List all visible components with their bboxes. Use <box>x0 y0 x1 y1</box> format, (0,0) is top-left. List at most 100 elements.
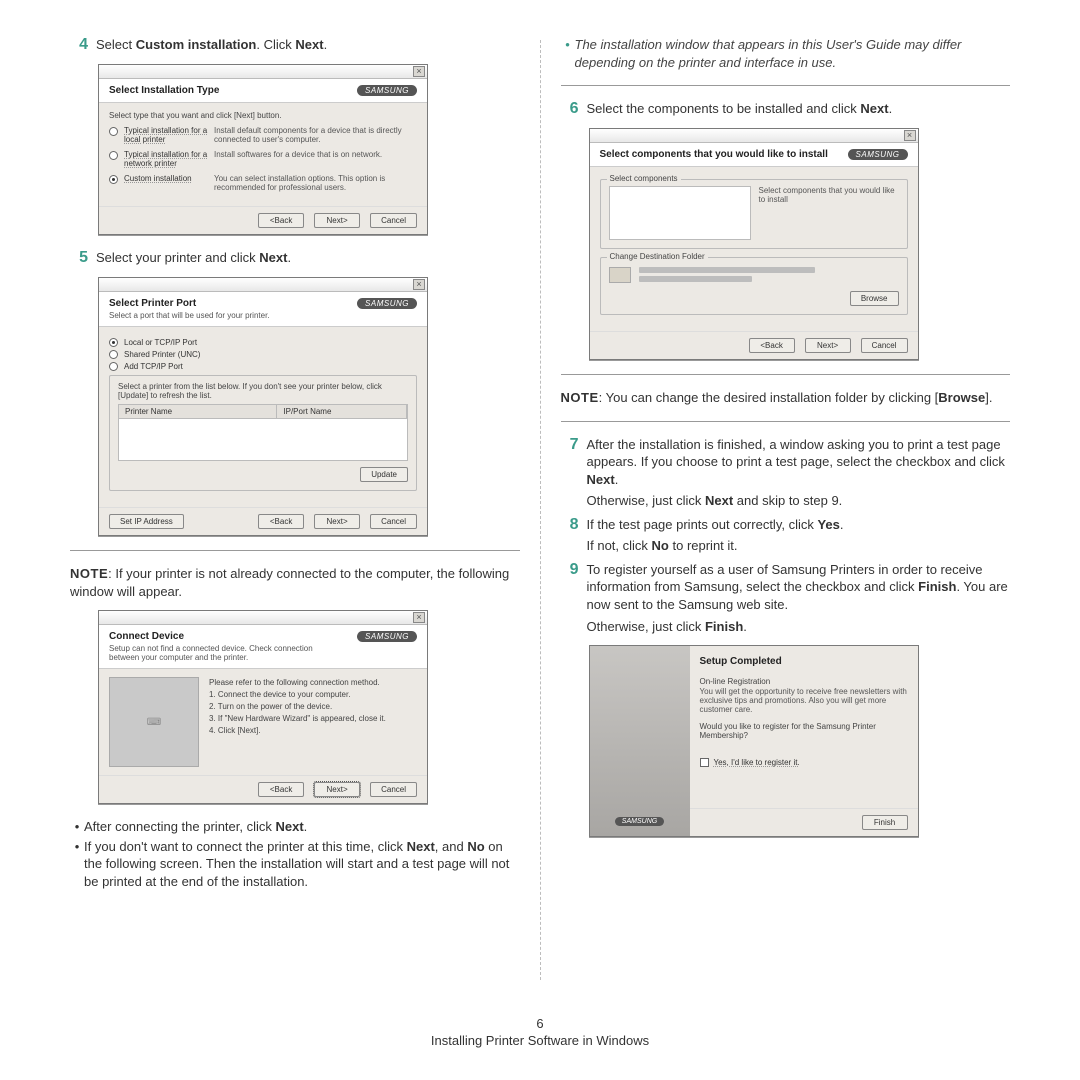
dialog-body: ⌨ Please refer to the following connecti… <box>99 669 427 775</box>
dialog-install-type: × Select Installation Type SAMSUNG Selec… <box>98 64 428 235</box>
dialog-header: Select Installation Type SAMSUNG <box>99 79 427 103</box>
step-number: 8 <box>561 516 587 555</box>
intro: Please refer to the following connection… <box>209 677 417 689</box>
brand-badge: SAMSUNG <box>615 817 664 826</box>
t: If not, click <box>587 538 652 553</box>
radio-row[interactable]: Shared Printer (UNC) <box>109 349 417 359</box>
t: Custom installation <box>136 37 257 52</box>
back-button[interactable]: <Back <box>258 782 304 797</box>
dialog-subtitle: Setup can not find a connected device. C… <box>109 644 339 662</box>
step-6: 6 Select the components to be installed … <box>561 100 1011 118</box>
radio-icon[interactable] <box>109 175 118 184</box>
page-footer: 6 Installing Printer Software in Windows <box>0 1010 1080 1048</box>
folder-icon <box>609 267 631 283</box>
p: You will get the opportunity to receive … <box>700 687 908 714</box>
step-7: 7 After the installation is finished, a … <box>561 436 1011 510</box>
radio-icon[interactable] <box>109 127 118 136</box>
dialog-connect-device: × Connect Device Setup can not find a co… <box>98 610 428 804</box>
divider-line <box>70 550 520 551</box>
option-row[interactable]: Typical installation for a network print… <box>109 150 417 168</box>
dialog-header: Select Printer Port Select a port that w… <box>99 292 427 327</box>
back-button[interactable]: <Back <box>258 213 304 228</box>
t: Otherwise, just click <box>587 619 705 634</box>
step-number: 7 <box>561 436 587 510</box>
radio-row[interactable]: Local or TCP/IP Port <box>109 337 417 347</box>
next-button[interactable]: Next> <box>314 514 360 529</box>
dialog-titlebar: × <box>99 65 427 79</box>
note-label: NOTE <box>70 566 108 581</box>
t: Next <box>587 472 615 487</box>
cancel-button[interactable]: Cancel <box>370 514 417 529</box>
radio-icon[interactable] <box>109 151 118 160</box>
radio-label: Add TCP/IP Port <box>124 362 183 371</box>
t: If you don't want to connect the printer… <box>84 839 407 854</box>
next-button[interactable]: Next> <box>805 338 851 353</box>
group-legend: Change Destination Folder <box>607 252 708 261</box>
dialog-titlebar: × <box>99 278 427 292</box>
back-button[interactable]: <Back <box>258 514 304 529</box>
step-text: Select your printer and click Next. <box>96 249 520 267</box>
checkbox-row[interactable]: Yes, I'd like to register it. <box>700 758 908 767</box>
note: NOTE: You can change the desired install… <box>561 389 1011 407</box>
brand-badge: SAMSUNG <box>357 85 417 96</box>
step-number: 5 <box>70 249 96 267</box>
close-icon[interactable]: × <box>413 279 425 290</box>
t: and skip to step 9. <box>733 493 842 508</box>
left-column: 4 Select Custom installation. Click Next… <box>60 30 530 990</box>
finish-button[interactable]: Finish <box>862 815 908 830</box>
close-icon[interactable]: × <box>904 130 916 141</box>
t: . <box>743 619 747 634</box>
radio-icon[interactable] <box>109 338 118 347</box>
col-header: IP/Port Name <box>277 405 407 418</box>
step-4: 4 Select Custom installation. Click Next… <box>70 36 520 54</box>
t: ]. <box>985 390 992 405</box>
browse-button[interactable]: Browse <box>850 291 899 306</box>
dialog-printer-port: × Select Printer Port Select a port that… <box>98 277 428 536</box>
next-button[interactable]: Next> <box>314 782 360 797</box>
list-body[interactable] <box>118 419 408 461</box>
checkbox-label: Yes, I'd like to register it. <box>714 758 800 767</box>
t: After the installation is finished, a wi… <box>587 437 1005 470</box>
components-list[interactable] <box>609 186 751 240</box>
dialog-body: Select components Select components that… <box>590 167 918 331</box>
bullet-icon: • <box>561 36 575 71</box>
next-button[interactable]: Next> <box>314 213 360 228</box>
col-header: Printer Name <box>119 405 277 418</box>
dialog-buttons: <Back Next> Cancel <box>99 775 427 803</box>
note-label: NOTE <box>561 390 599 405</box>
step-text: After the installation is finished, a wi… <box>587 436 1011 510</box>
cancel-button[interactable]: Cancel <box>861 338 908 353</box>
dialog-setup-completed: SAMSUNG Setup Completed On-line Registra… <box>589 645 919 837</box>
dialog-titlebar: × <box>99 611 427 625</box>
step-text: If the test page prints out correctly, c… <box>587 516 1011 555</box>
dialog-titlebar: × <box>590 129 918 143</box>
radio-row[interactable]: Add TCP/IP Port <box>109 361 417 371</box>
brand-badge: SAMSUNG <box>848 149 908 160</box>
set-ip-button[interactable]: Set IP Address <box>109 514 184 529</box>
substep: 3. If "New Hardware Wizard" is appeared,… <box>209 713 417 725</box>
checkbox-icon[interactable] <box>700 758 709 767</box>
cancel-button[interactable]: Cancel <box>370 782 417 797</box>
back-button[interactable]: <Back <box>749 338 795 353</box>
printer-list-group: Select a printer from the list below. If… <box>109 375 417 491</box>
italic-note: • The installation window that appears i… <box>561 36 1011 71</box>
radio-icon[interactable] <box>109 350 118 359</box>
dialog-header: Select components that you would like to… <box>590 143 918 167</box>
note: NOTE: If your printer is not already con… <box>70 565 520 600</box>
t: Yes <box>817 517 839 532</box>
cancel-button[interactable]: Cancel <box>370 213 417 228</box>
t: Finish <box>705 619 743 634</box>
components-hint: Select components that you would like to… <box>759 186 899 240</box>
close-icon[interactable]: × <box>413 66 425 77</box>
option-row[interactable]: Custom installation You can select insta… <box>109 174 417 192</box>
close-icon[interactable]: × <box>413 612 425 623</box>
t: No <box>652 538 669 553</box>
option-row[interactable]: Typical installation for a local printer… <box>109 126 417 144</box>
t: . <box>615 472 619 487</box>
dialog-title: Setup Completed <box>700 656 908 667</box>
dialog-select-components: × Select components that you would like … <box>589 128 919 360</box>
destination-group: Change Destination Folder Browse <box>600 257 908 315</box>
radio-icon[interactable] <box>109 362 118 371</box>
update-button[interactable]: Update <box>360 467 408 482</box>
bullet-item: • If you don't want to connect the print… <box>70 838 520 891</box>
